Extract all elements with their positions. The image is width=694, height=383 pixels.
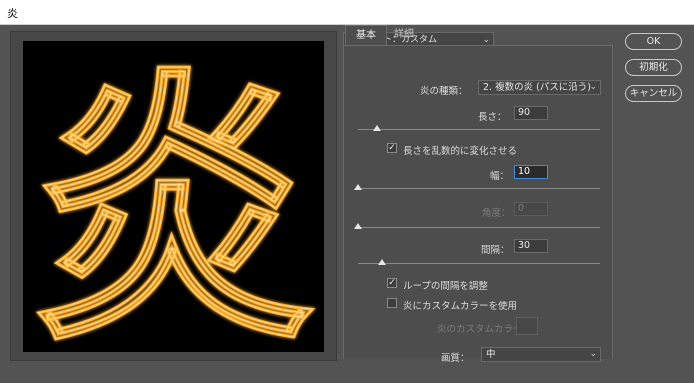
title-bar: 炎: [0, 0, 694, 25]
quality-dropdown[interactable]: 中 ⌄: [481, 347, 601, 362]
window-title: 炎: [7, 7, 18, 20]
tab-advanced[interactable]: 詳細: [386, 25, 422, 44]
preview-frame: 炎 炎: [10, 31, 337, 361]
interval-slider-thumb[interactable]: [378, 259, 387, 265]
angle-slider-thumb[interactable]: [354, 223, 362, 229]
custom-color-swatch[interactable]: [516, 317, 538, 335]
randomize-length-checkbox[interactable]: ✓: [387, 143, 397, 153]
randomize-length-label: 長さを乱数的に変化させる: [403, 146, 518, 157]
ok-button[interactable]: OK: [625, 33, 682, 50]
flame-glyph-core: 炎: [31, 47, 316, 352]
length-slider-track[interactable]: [358, 129, 600, 130]
reset-button[interactable]: 初期化: [625, 59, 682, 76]
flame-type-value: 2. 複数の炎 (パスに沿う): [483, 82, 592, 93]
cancel-button[interactable]: キャンセル: [625, 85, 682, 102]
flame-preview-image: 炎 炎: [29, 46, 317, 353]
tab-basic[interactable]: 基本: [345, 25, 387, 45]
adjust-loop-checkbox[interactable]: ✓: [387, 278, 397, 288]
chevron-down-icon: ⌄: [589, 349, 597, 359]
angle-input[interactable]: 0: [514, 202, 548, 216]
length-slider-thumb[interactable]: [373, 125, 382, 131]
interval-input[interactable]: 30: [514, 239, 548, 253]
tab-advanced-label: 詳細: [394, 29, 414, 40]
custom-color-label: 炎にカスタムカラーを使用: [403, 301, 518, 312]
width-slider-track[interactable]: [358, 188, 600, 189]
adjust-loop-label: ループの間隔を調整: [403, 281, 488, 292]
length-input[interactable]: 90: [514, 106, 548, 120]
angle-slider-track[interactable]: [358, 227, 600, 228]
tab-basic-label: 基本: [356, 30, 376, 41]
length-label: 長さ：: [478, 112, 507, 123]
angle-label: 角度：: [482, 208, 511, 219]
width-slider-thumb[interactable]: [354, 184, 362, 190]
flame-type-dropdown[interactable]: 2. 複数の炎 (パスに沿う) ⌄: [478, 80, 601, 95]
quality-label: 画質：: [441, 353, 470, 364]
flame-type-label: 炎の種類：: [420, 86, 468, 97]
interval-slider-track[interactable]: [358, 263, 600, 264]
chevron-down-icon: ⌄: [589, 82, 597, 92]
interval-label: 間隔：: [481, 245, 510, 256]
flame-preview[interactable]: 炎 炎: [23, 41, 324, 352]
width-label: 幅：: [490, 171, 510, 182]
width-input[interactable]: 10: [514, 165, 548, 179]
custom-color-checkbox[interactable]: [387, 298, 397, 308]
quality-value: 中: [486, 349, 496, 360]
